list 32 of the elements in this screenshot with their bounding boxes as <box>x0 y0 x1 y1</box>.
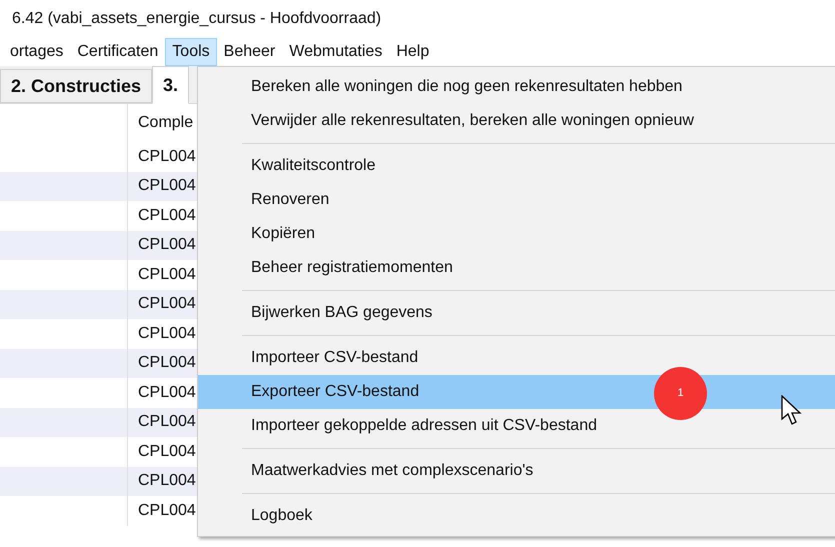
window-title: 6.42 (vabi_assets_energie_cursus - Hoofdvoorraad) <box>12 9 382 29</box>
menu-bar-item[interactable]: Help <box>389 38 436 66</box>
table-cell-text: CPL004 <box>137 471 196 492</box>
table-cell-text: CPL004 <box>137 146 196 167</box>
menu-item[interactable]: Renoveren <box>198 183 835 217</box>
table-cell-text: CPL004 <box>137 294 196 314</box>
table-cell-text: CPL004 <box>137 176 196 196</box>
table-cell-text: CPL004 <box>137 264 196 285</box>
tab[interactable]: 3. <box>152 66 190 104</box>
menu-item[interactable]: Logboek <box>198 499 835 533</box>
menu-item[interactable]: Maatwerkadvies met complexscenario's <box>198 454 835 488</box>
menu-item[interactable]: Verwijder alle rekenresultaten, bereken alle woningen opnieuw <box>198 104 835 138</box>
menu-item[interactable]: Bereken alle woningen die nog geen rekenresultaten hebben <box>198 70 835 104</box>
table-cell-text: CPL004 <box>137 412 196 432</box>
menu-bar-item[interactable]: Webmutaties <box>282 38 390 66</box>
table-cell-text: CPL004 <box>137 235 196 256</box>
table-cell-text: CPL004 <box>137 382 196 403</box>
menu-item[interactable]: Beheer registratiemomenten <box>198 251 835 285</box>
tab[interactable]: 2. Constructies <box>0 69 152 103</box>
menu-item[interactable]: Bijwerken BAG gegevens <box>198 296 835 330</box>
menu-bar-item[interactable]: Certificaten <box>70 38 166 66</box>
table-cell-text: CPL004 <box>137 500 196 521</box>
menu-item[interactable]: Kopiëren <box>198 217 835 251</box>
table-cell-text: CPL004 <box>137 206 196 226</box>
table-cell-text: CPL004 <box>137 324 196 344</box>
menu-bar-item[interactable]: Beheer <box>216 38 282 66</box>
menu-bar-item[interactable]: Tools <box>165 38 217 66</box>
menu-bar-item[interactable]: ortages <box>3 38 70 66</box>
menu-item[interactable]: Kwaliteitscontrole <box>198 149 835 183</box>
table-cell-text: CPL004 <box>137 442 196 462</box>
cursor-icon <box>781 395 802 427</box>
table-cell-text: CPL004 <box>137 353 196 374</box>
